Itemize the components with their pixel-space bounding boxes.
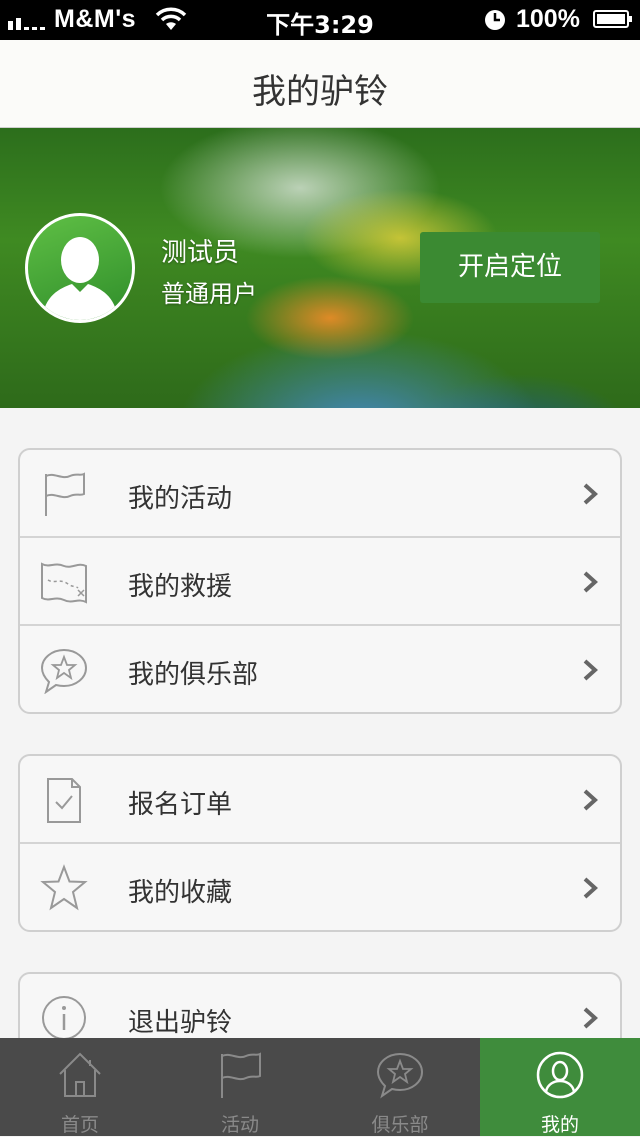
chevron-right-icon bbox=[583, 1007, 598, 1029]
menu-item-label: 我的救援 bbox=[128, 572, 233, 602]
user-icon bbox=[536, 1051, 584, 1099]
tab-club[interactable]: 俱乐部 bbox=[320, 1038, 480, 1136]
menu-group-orders: 报名订单 我的收藏 bbox=[18, 754, 622, 932]
clock-icon bbox=[484, 9, 506, 38]
menu-item-label: 我的收藏 bbox=[128, 878, 233, 908]
flag-icon bbox=[45, 472, 85, 516]
menu-item-orders[interactable]: 报名订单 bbox=[20, 756, 620, 844]
chevron-right-icon bbox=[583, 877, 598, 899]
star-chat-icon bbox=[40, 648, 88, 694]
chevron-right-icon bbox=[583, 789, 598, 811]
navigation-bar: 我的驴铃 bbox=[0, 40, 640, 128]
home-icon bbox=[59, 1052, 101, 1097]
star-icon bbox=[40, 864, 88, 911]
avatar[interactable] bbox=[25, 213, 135, 323]
star-chat-icon bbox=[376, 1052, 424, 1099]
page-title: 我的驴铃 bbox=[252, 72, 388, 112]
user-silhouette-icon bbox=[42, 237, 118, 320]
info-icon bbox=[42, 996, 86, 1040]
document-check-icon bbox=[47, 778, 81, 823]
menu-item-label: 报名订单 bbox=[128, 790, 233, 820]
tab-label: 俱乐部 bbox=[371, 1114, 429, 1136]
menu-group-activities: 我的活动 我的救援 我的俱乐部 bbox=[18, 448, 622, 714]
tab-activities[interactable]: 活动 bbox=[160, 1038, 320, 1136]
tab-mine[interactable]: 我的 bbox=[480, 1038, 640, 1136]
map-icon bbox=[41, 562, 87, 604]
menu-item-my-activities[interactable]: 我的活动 bbox=[20, 450, 620, 538]
menu-item-my-club[interactable]: 我的俱乐部 bbox=[20, 626, 620, 712]
battery-percentage: 100% bbox=[516, 5, 580, 33]
tab-label: 首页 bbox=[60, 1114, 99, 1136]
tab-home[interactable]: 首页 bbox=[0, 1038, 160, 1136]
tab-label: 我的 bbox=[540, 1114, 579, 1136]
battery-icon bbox=[593, 10, 632, 28]
menu-item-label: 退出驴铃 bbox=[128, 1008, 233, 1038]
menu-item-my-rescue[interactable]: 我的救援 bbox=[20, 538, 620, 626]
chevron-right-icon bbox=[583, 659, 598, 681]
profile-role: 普通用户 bbox=[161, 280, 257, 308]
menu-item-favorites[interactable]: 我的收藏 bbox=[20, 844, 620, 930]
profile-header: 测试员 普通用户 开启定位 bbox=[0, 128, 640, 408]
menu-item-label: 我的活动 bbox=[128, 484, 233, 514]
menu-item-label: 我的俱乐部 bbox=[128, 660, 259, 690]
tab-bar: 首页 活动 俱乐部 我的 bbox=[0, 1038, 640, 1136]
enable-location-button[interactable]: 开启定位 bbox=[420, 232, 600, 303]
tab-label: 活动 bbox=[220, 1114, 259, 1136]
chevron-right-icon bbox=[583, 571, 598, 593]
status-bar: M&M's 下午3:29 100% bbox=[0, 0, 640, 40]
chevron-right-icon bbox=[583, 483, 598, 505]
profile-username: 测试员 bbox=[161, 238, 240, 268]
flag-icon bbox=[221, 1052, 261, 1098]
